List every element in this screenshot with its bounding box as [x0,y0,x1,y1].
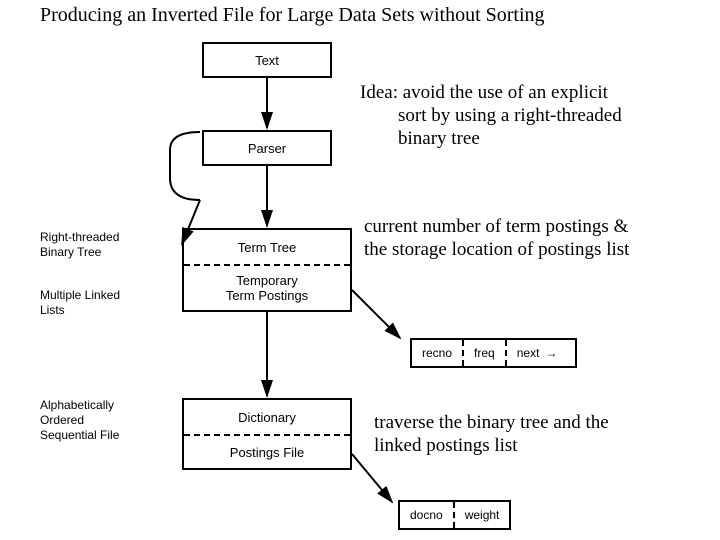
label-alphabetically-ordered-sequential-file: Alphabetically Ordered Sequential File [40,398,119,443]
page-title: Producing an Inverted File for Large Dat… [40,4,545,27]
box-output-lower: Postings File [184,436,350,468]
box-output: Dictionary Postings File [182,398,352,470]
record-docwt: docno weight [398,500,511,530]
record-posting-freq: freq [464,340,507,366]
annotation-current: current number of term postings & the st… [364,216,629,262]
record-docwt-docno: docno [400,502,455,528]
box-termtree-upper: Term Tree [184,230,350,264]
record-posting-next: next → [507,340,576,366]
record-posting-recno: recno [412,340,464,366]
box-text: Text [202,42,332,78]
record-posting-next-label: next [517,346,540,360]
box-output-upper: Dictionary [184,400,350,434]
flow-arrows [0,0,720,540]
record-docwt-weight: weight [455,502,510,528]
arrow-right-icon: → [545,346,557,360]
label-right-threaded-binary-tree: Right-threaded Binary Tree [40,230,119,260]
annotation-traverse: traverse the binary tree and the linked … [374,412,609,458]
annotation-idea: Idea: avoid the use of an explicit sort … [360,82,622,150]
box-parser: Parser [202,130,332,166]
box-termtree-lower: Temporary Term Postings [184,266,350,310]
record-posting: recno freq next → [410,338,577,368]
box-termtree: Term Tree Temporary Term Postings [182,228,352,312]
label-multiple-linked-lists: Multiple Linked Lists [40,288,120,318]
